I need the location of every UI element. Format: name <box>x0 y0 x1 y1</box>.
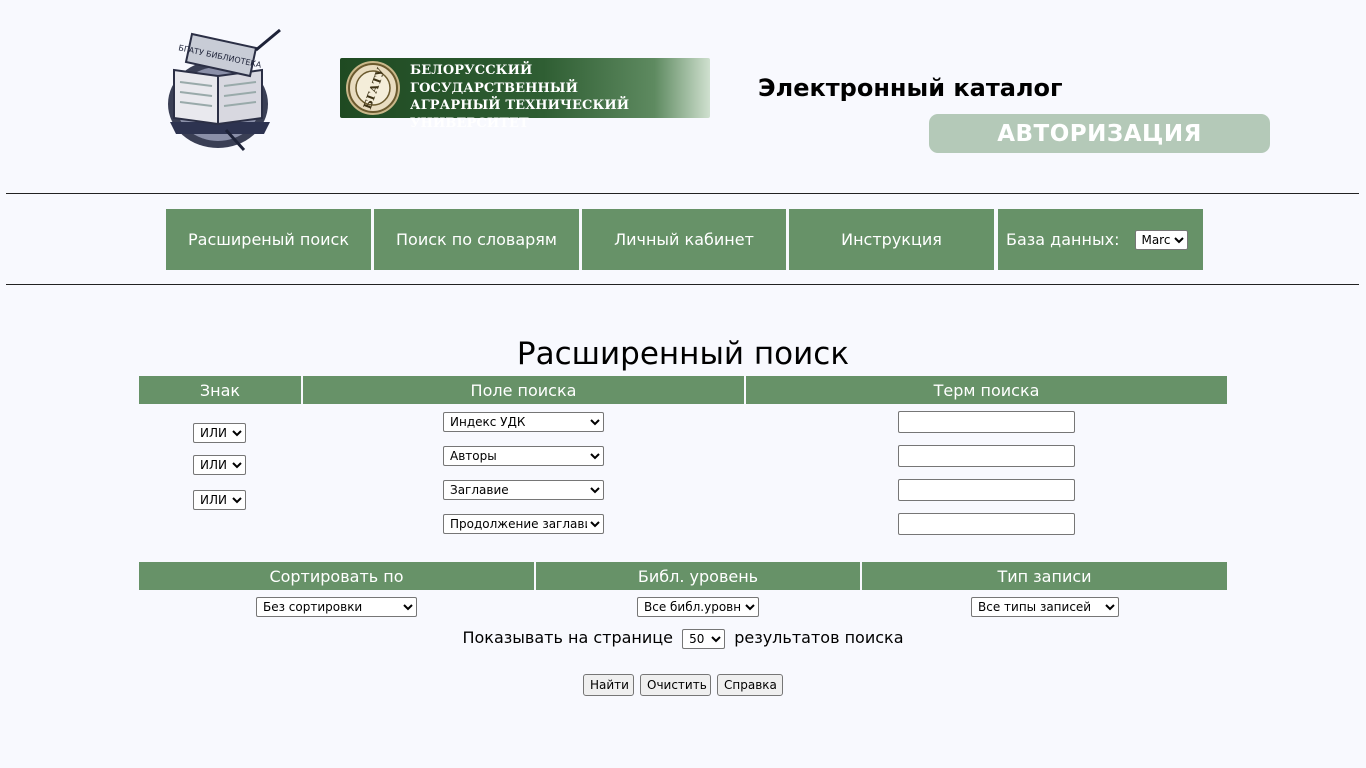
library-logo: БГАТУ БИБЛИОТЕКА <box>160 26 290 152</box>
operator-select[interactable]: ИЛИ <box>193 423 246 443</box>
university-name: БЕЛОРУССКИЙ ГОСУДАРСТВЕННЫЙ АГРАРНЫЙ ТЕХ… <box>410 62 700 132</box>
operator-select[interactable]: ИЛИ <box>193 455 246 475</box>
database-label: База данных: <box>1006 230 1120 249</box>
per-page-select[interactable]: 50 <box>682 628 726 649</box>
nav-instructions[interactable]: Инструкция <box>789 209 994 270</box>
catalog-title: Электронный каталог <box>758 74 1063 102</box>
search-field-select[interactable]: Продолжение заглавия <box>443 514 604 534</box>
sort-select[interactable]: Без сортировки <box>256 597 417 617</box>
per-page-suffix: результатов поиска <box>734 628 904 647</box>
page-title: Расширенный поиск <box>516 336 850 372</box>
nav-personal-account[interactable]: Личный кабинет <box>582 209 786 270</box>
column-header-sort: Сортировать по <box>139 562 534 590</box>
university-name-line: УНИВЕРСИТЕТ <box>410 115 529 131</box>
nav-advanced-search[interactable]: Расширеный поиск <box>166 209 371 270</box>
university-name-line: АГРАРНЫЙ ТЕХНИЧЕСКИЙ <box>410 98 630 113</box>
level-select[interactable]: Все библ.уровни <box>637 597 759 617</box>
search-field-select[interactable]: Индекс УДК <box>443 412 604 432</box>
column-header-operator: Знак <box>139 376 301 404</box>
per-page-label: Показывать на странице <box>462 628 674 647</box>
column-header-record-type: Тип записи <box>862 562 1227 590</box>
divider <box>6 193 1359 194</box>
divider <box>6 284 1359 285</box>
find-button[interactable]: Найти <box>583 674 634 696</box>
clear-button[interactable]: Очистить <box>640 674 711 696</box>
search-term-input[interactable] <box>898 479 1075 501</box>
search-term-input[interactable] <box>898 411 1075 433</box>
column-header-term: Терм поиска <box>746 376 1227 404</box>
search-field-select[interactable]: Заглавие <box>443 480 604 500</box>
search-term-input[interactable] <box>898 445 1075 467</box>
record-type-select[interactable]: Все типы записей <box>971 597 1119 617</box>
per-page-row: Показывать на странице 50 результатов по… <box>0 628 1366 649</box>
search-field-select[interactable]: Авторы <box>443 446 604 466</box>
column-header-field: Поле поиска <box>303 376 744 404</box>
nav-dictionary-search[interactable]: Поиск по словарям <box>374 209 579 270</box>
university-seal-icon: БГАТУ <box>345 60 401 116</box>
database-select[interactable]: Marc <box>1135 229 1189 250</box>
column-header-level: Библ. уровень <box>536 562 860 590</box>
auth-button[interactable]: АВТОРИЗАЦИЯ <box>929 114 1270 153</box>
university-name-line: БЕЛОРУССКИЙ ГОСУДАРСТВЕННЫЙ <box>410 63 579 96</box>
help-button[interactable]: Справка <box>717 674 783 696</box>
operator-select[interactable]: ИЛИ <box>193 490 246 510</box>
nav-database: База данных: Marc <box>998 209 1203 270</box>
search-term-input[interactable] <box>898 513 1075 535</box>
